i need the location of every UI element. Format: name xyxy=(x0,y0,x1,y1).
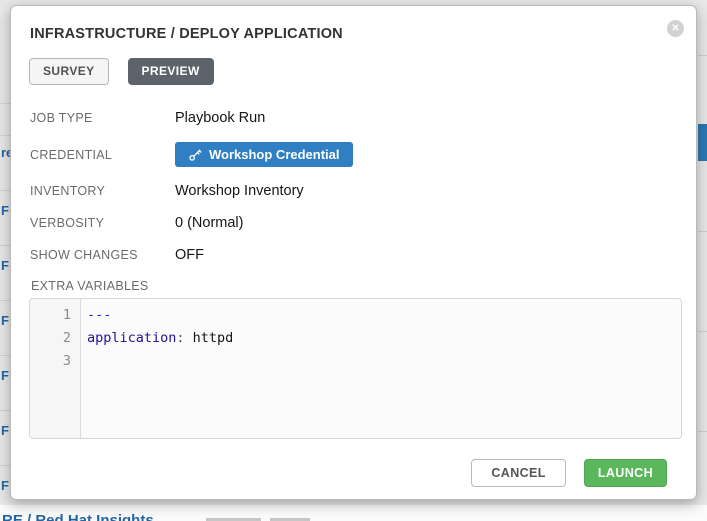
inventory-value: Workshop Inventory xyxy=(175,183,304,199)
detail-row-inventory: INVENTORY Workshop Inventory xyxy=(30,183,677,199)
credential-badge-label: Workshop Credential xyxy=(209,147,340,162)
backdrop-row-divider xyxy=(0,103,10,104)
job-type-label: JOB TYPE xyxy=(30,111,175,125)
close-icon[interactable]: ✕ xyxy=(667,20,684,37)
job-type-value: Playbook Run xyxy=(175,110,265,126)
detail-row-credential: CREDENTIAL Workshop Credential xyxy=(30,142,677,167)
backdrop-link-fragment: F xyxy=(1,368,10,384)
cancel-button[interactable]: CANCEL xyxy=(471,459,565,487)
backdrop-row-divider xyxy=(0,190,10,191)
backdrop-row-divider xyxy=(698,55,707,56)
code-line: --- xyxy=(87,304,681,327)
detail-row-verbosity: VERBOSITY 0 (Normal) xyxy=(30,215,677,231)
yaml-colon: : xyxy=(176,330,184,346)
extra-variables-editor: 1 2 3 --- application: httpd xyxy=(29,298,682,439)
credential-label: CREDENTIAL xyxy=(30,148,175,162)
backdrop-link-fragment: F xyxy=(1,258,10,274)
show-changes-value: OFF xyxy=(175,247,204,263)
modal-tabs: SURVEY PREVIEW xyxy=(29,58,214,85)
deploy-application-modal: INFRASTRUCTURE / DEPLOY APPLICATION ✕ SU… xyxy=(10,5,697,500)
key-icon xyxy=(188,148,202,162)
backdrop-blue-element xyxy=(698,124,707,161)
backdrop-bottom-link-fragment: RE / Red Hat Insights xyxy=(2,512,154,521)
backdrop-link-fragment: F xyxy=(1,478,10,494)
credential-badge[interactable]: Workshop Credential xyxy=(175,142,353,167)
yaml-value: httpd xyxy=(185,330,234,346)
backdrop-row-divider xyxy=(0,355,10,356)
backdrop-row-divider xyxy=(698,431,707,432)
modal-footer: CANCEL LAUNCH xyxy=(471,459,667,487)
verbosity-value: 0 (Normal) xyxy=(175,215,243,231)
backdrop-row-divider xyxy=(0,465,10,466)
backdrop-row-divider xyxy=(698,231,707,232)
code-line: application: httpd xyxy=(87,327,681,350)
backdrop-row-divider xyxy=(0,410,10,411)
launch-button[interactable]: LAUNCH xyxy=(584,459,667,487)
detail-row-job-type: JOB TYPE Playbook Run xyxy=(30,110,677,126)
backdrop-link-fragment: F xyxy=(1,313,10,329)
backdrop-link-fragment: re xyxy=(1,145,10,161)
tab-survey[interactable]: SURVEY xyxy=(29,58,109,85)
line-number: 1 xyxy=(30,304,71,327)
editor-line-numbers: 1 2 3 xyxy=(30,299,81,438)
show-changes-label: SHOW CHANGES xyxy=(30,248,175,262)
backdrop-row-divider xyxy=(0,135,10,136)
verbosity-label: VERBOSITY xyxy=(30,216,175,230)
modal-title: INFRASTRUCTURE / DEPLOY APPLICATION xyxy=(30,26,343,42)
backdrop-row-divider xyxy=(698,331,707,332)
yaml-doc-separator: --- xyxy=(87,307,111,323)
backdrop-row-divider xyxy=(0,300,10,301)
backdrop-bottom-row: RE / Red Hat Insights xyxy=(0,505,707,521)
job-details: JOB TYPE Playbook Run CREDENTIAL xyxy=(30,110,677,439)
line-number: 2 xyxy=(30,327,71,350)
tab-preview[interactable]: PREVIEW xyxy=(128,58,214,85)
backdrop-row-divider xyxy=(0,245,10,246)
yaml-key: application xyxy=(87,330,176,346)
screen: re F F F F F F RE / Red Hat Insights INF… xyxy=(0,0,707,521)
detail-row-show-changes: SHOW CHANGES OFF xyxy=(30,247,677,263)
backdrop-link-fragment: F xyxy=(1,423,10,439)
extra-variables-label: EXTRA VARIABLES xyxy=(31,279,677,293)
editor-code-area[interactable]: --- application: httpd xyxy=(81,299,681,438)
backdrop-link-fragment: F xyxy=(1,203,10,219)
inventory-label: INVENTORY xyxy=(30,184,175,198)
line-number: 3 xyxy=(30,350,71,373)
